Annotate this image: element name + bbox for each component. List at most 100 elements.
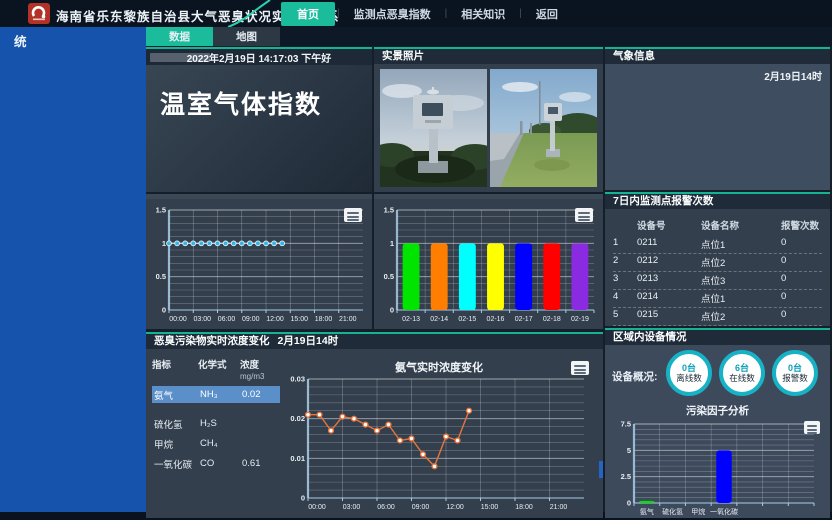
weather-panel: 气象信息 2月19日14时 <box>605 47 830 190</box>
odor-panel-header: 恶臭污染物实时浓度变化 2月19日14时 <box>146 334 603 349</box>
alarm-row-device-name: 点位1 <box>701 291 781 305</box>
alarm-table: 设备号 设备名称 报警次数 10211点位1020212点位2030213点位3… <box>605 209 830 344</box>
scrollbar-thumb[interactable] <box>599 461 603 478</box>
photos-panel-title: 实景照片 <box>374 49 603 64</box>
svg-text:1.5: 1.5 <box>384 206 394 215</box>
alarm-table-row[interactable]: 30213点位30 <box>613 272 822 290</box>
nav-separator: | <box>335 8 342 19</box>
device-stats-row: 0台离线数6台在线数0台报警数 <box>666 350 818 396</box>
site-photo-2[interactable] <box>490 69 597 187</box>
odor-table: 指标 化学式 浓度 mg/m3 氨气NH₃0.02硫化氢H₂S甲烷CH₄一氧化碳… <box>152 357 280 475</box>
odor-table-row[interactable]: 氨气NH₃0.02 <box>152 386 280 403</box>
svg-text:18:00: 18:00 <box>315 316 333 323</box>
svg-text:1: 1 <box>390 239 394 248</box>
greenhouse-trend-chart: 00:0003:0006:0009:0012:0015:0018:0021:00… <box>149 201 369 325</box>
devices-panel: 区域内设备情况 设备概况: 0台离线数6台在线数0台报警数 污染因子分析 02.… <box>605 328 830 518</box>
svg-text:02-19: 02-19 <box>571 316 589 323</box>
alarm-row-device-id: 0213 <box>637 273 701 287</box>
odor-col-indicator: 指标 <box>152 357 198 382</box>
svg-text:12:00: 12:00 <box>266 316 284 323</box>
alarm-row-count: 0 <box>781 291 822 305</box>
devices-panel-body: 设备概况: 0台离线数6台在线数0台报警数 污染因子分析 02.557.5氨气硫… <box>605 345 830 518</box>
svg-text:09:00: 09:00 <box>412 504 430 511</box>
alarm-table-row[interactable]: 40214点位10 <box>613 290 822 308</box>
odor-row-formula: H₂S <box>200 418 242 429</box>
svg-text:5: 5 <box>627 446 631 455</box>
alarm-table-title: 7日内监测点报警次数 <box>605 194 830 209</box>
weather-panel-body: 2月19日14时 <box>605 64 830 190</box>
svg-text:00:00: 00:00 <box>308 504 326 511</box>
odor-row-value: 0.02 <box>242 389 282 400</box>
panel-top-strip <box>146 194 372 199</box>
device-stat-label: 报警数 <box>782 373 808 383</box>
dashboard-root: 海南省乐东黎族自治县大气恶臭状况实时发布系 首页|监测点恶臭指数|相关知识|返回… <box>0 0 832 520</box>
svg-text:0: 0 <box>627 499 631 508</box>
odor-row-name: 氨气 <box>154 388 200 402</box>
weather-timestamp: 2月19日14时 <box>764 68 822 83</box>
chart-menu-icon[interactable] <box>571 361 589 375</box>
chart-menu-icon[interactable] <box>344 208 362 222</box>
chart-menu-icon[interactable] <box>804 421 820 434</box>
svg-text:02-18: 02-18 <box>543 316 561 323</box>
photos-strip <box>374 64 603 192</box>
svg-text:2.5: 2.5 <box>621 472 631 481</box>
odor-panel-title: 恶臭污染物实时浓度变化 <box>154 334 270 349</box>
svg-text:15:00: 15:00 <box>290 316 308 323</box>
main-content: 2022年2月19日 14:17:03 下午好 温室气体指数 实景照片 <box>146 46 832 512</box>
svg-text:一氧化碳: 一氧化碳 <box>710 507 738 516</box>
svg-text:02-15: 02-15 <box>458 316 476 323</box>
system-title-wrap: 统 <box>14 31 28 50</box>
odor-table-row[interactable]: 甲烷CH₄ <box>152 435 280 452</box>
nav-item-2[interactable]: 监测点恶臭指数 <box>342 2 443 26</box>
device-stat-circle-2: 6台在线数 <box>719 350 765 396</box>
svg-text:12:00: 12:00 <box>446 504 464 511</box>
nav-menu: 首页|监测点恶臭指数|相关知识|返回 <box>281 0 570 27</box>
alarm-col-device-name: 设备名称 <box>701 218 781 232</box>
odor-panel-body: 指标 化学式 浓度 mg/m3 氨气NH₃0.02硫化氢H₂S甲烷CH₄一氧化碳… <box>146 349 603 518</box>
svg-text:0.5: 0.5 <box>384 272 394 281</box>
alarm-col-device-id: 设备号 <box>637 218 701 232</box>
svg-text:21:00: 21:00 <box>339 316 357 323</box>
tab-2[interactable]: 地图 <box>213 27 280 46</box>
odor-table-row[interactable]: 硫化氢H₂S <box>152 415 280 432</box>
alarm-row-device-name: 点位2 <box>701 255 781 269</box>
alarm-table-row[interactable]: 20212点位20 <box>613 254 822 272</box>
alarm-row-device-name: 点位3 <box>701 273 781 287</box>
nav-item-4[interactable]: 返回 <box>524 2 570 26</box>
odor-table-row[interactable]: 一氧化碳CO0.61 <box>152 455 280 472</box>
alarm-row-count: 0 <box>781 255 822 269</box>
nav-separator: | <box>517 8 524 19</box>
odor-row-value: 0.61 <box>242 458 282 469</box>
nav-separator: | <box>443 8 450 19</box>
alarm-row-index: 3 <box>613 273 637 287</box>
alarm-row-index: 4 <box>613 291 637 305</box>
greenhouse-trend-panel: 00:0003:0006:0009:0012:0015:0018:0021:00… <box>146 194 372 329</box>
tab-1[interactable]: 数据 <box>146 27 213 46</box>
device-stat-count: 6台 <box>735 363 749 373</box>
app-logo-icon <box>28 3 50 24</box>
odor-panel-timestamp: 2月19日14时 <box>278 334 339 349</box>
nav-item-1[interactable]: 首页 <box>281 2 335 26</box>
svg-text:7.5: 7.5 <box>621 420 631 429</box>
chart-menu-icon[interactable] <box>575 208 593 222</box>
site-photo-1[interactable] <box>380 69 487 187</box>
alarm-table-row[interactable]: 50215点位20 <box>613 308 822 326</box>
nav-item-3[interactable]: 相关知识 <box>449 2 517 26</box>
svg-text:06:00: 06:00 <box>218 316 236 323</box>
alarm-col-count: 报警次数 <box>781 218 822 232</box>
alarm-row-device-name: 点位2 <box>701 309 781 323</box>
alarm-row-index: 5 <box>613 309 637 323</box>
svg-text:氨气: 氨气 <box>640 507 654 516</box>
pollution-factor-title: 污染因子分析 <box>605 403 830 418</box>
daily-index-chart: 00.511.502-1302-1402-1502-1602-1702-1802… <box>377 201 600 325</box>
alarm-row-count: 0 <box>781 273 822 287</box>
weather-panel-title: 气象信息 <box>605 49 830 64</box>
daily-index-panel: 00.511.502-1302-1402-1502-1602-1702-1802… <box>374 194 603 329</box>
svg-text:06:00: 06:00 <box>377 504 395 511</box>
greenhouse-panel: 2022年2月19日 14:17:03 下午好 温室气体指数 <box>146 47 372 192</box>
alarm-table-row[interactable]: 10211点位10 <box>613 236 822 254</box>
odor-row-name: 一氧化碳 <box>154 457 200 471</box>
alarm-row-index: 2 <box>613 255 637 269</box>
svg-text:甲烷: 甲烷 <box>691 507 705 516</box>
device-stat-circle-1: 0台离线数 <box>666 350 712 396</box>
